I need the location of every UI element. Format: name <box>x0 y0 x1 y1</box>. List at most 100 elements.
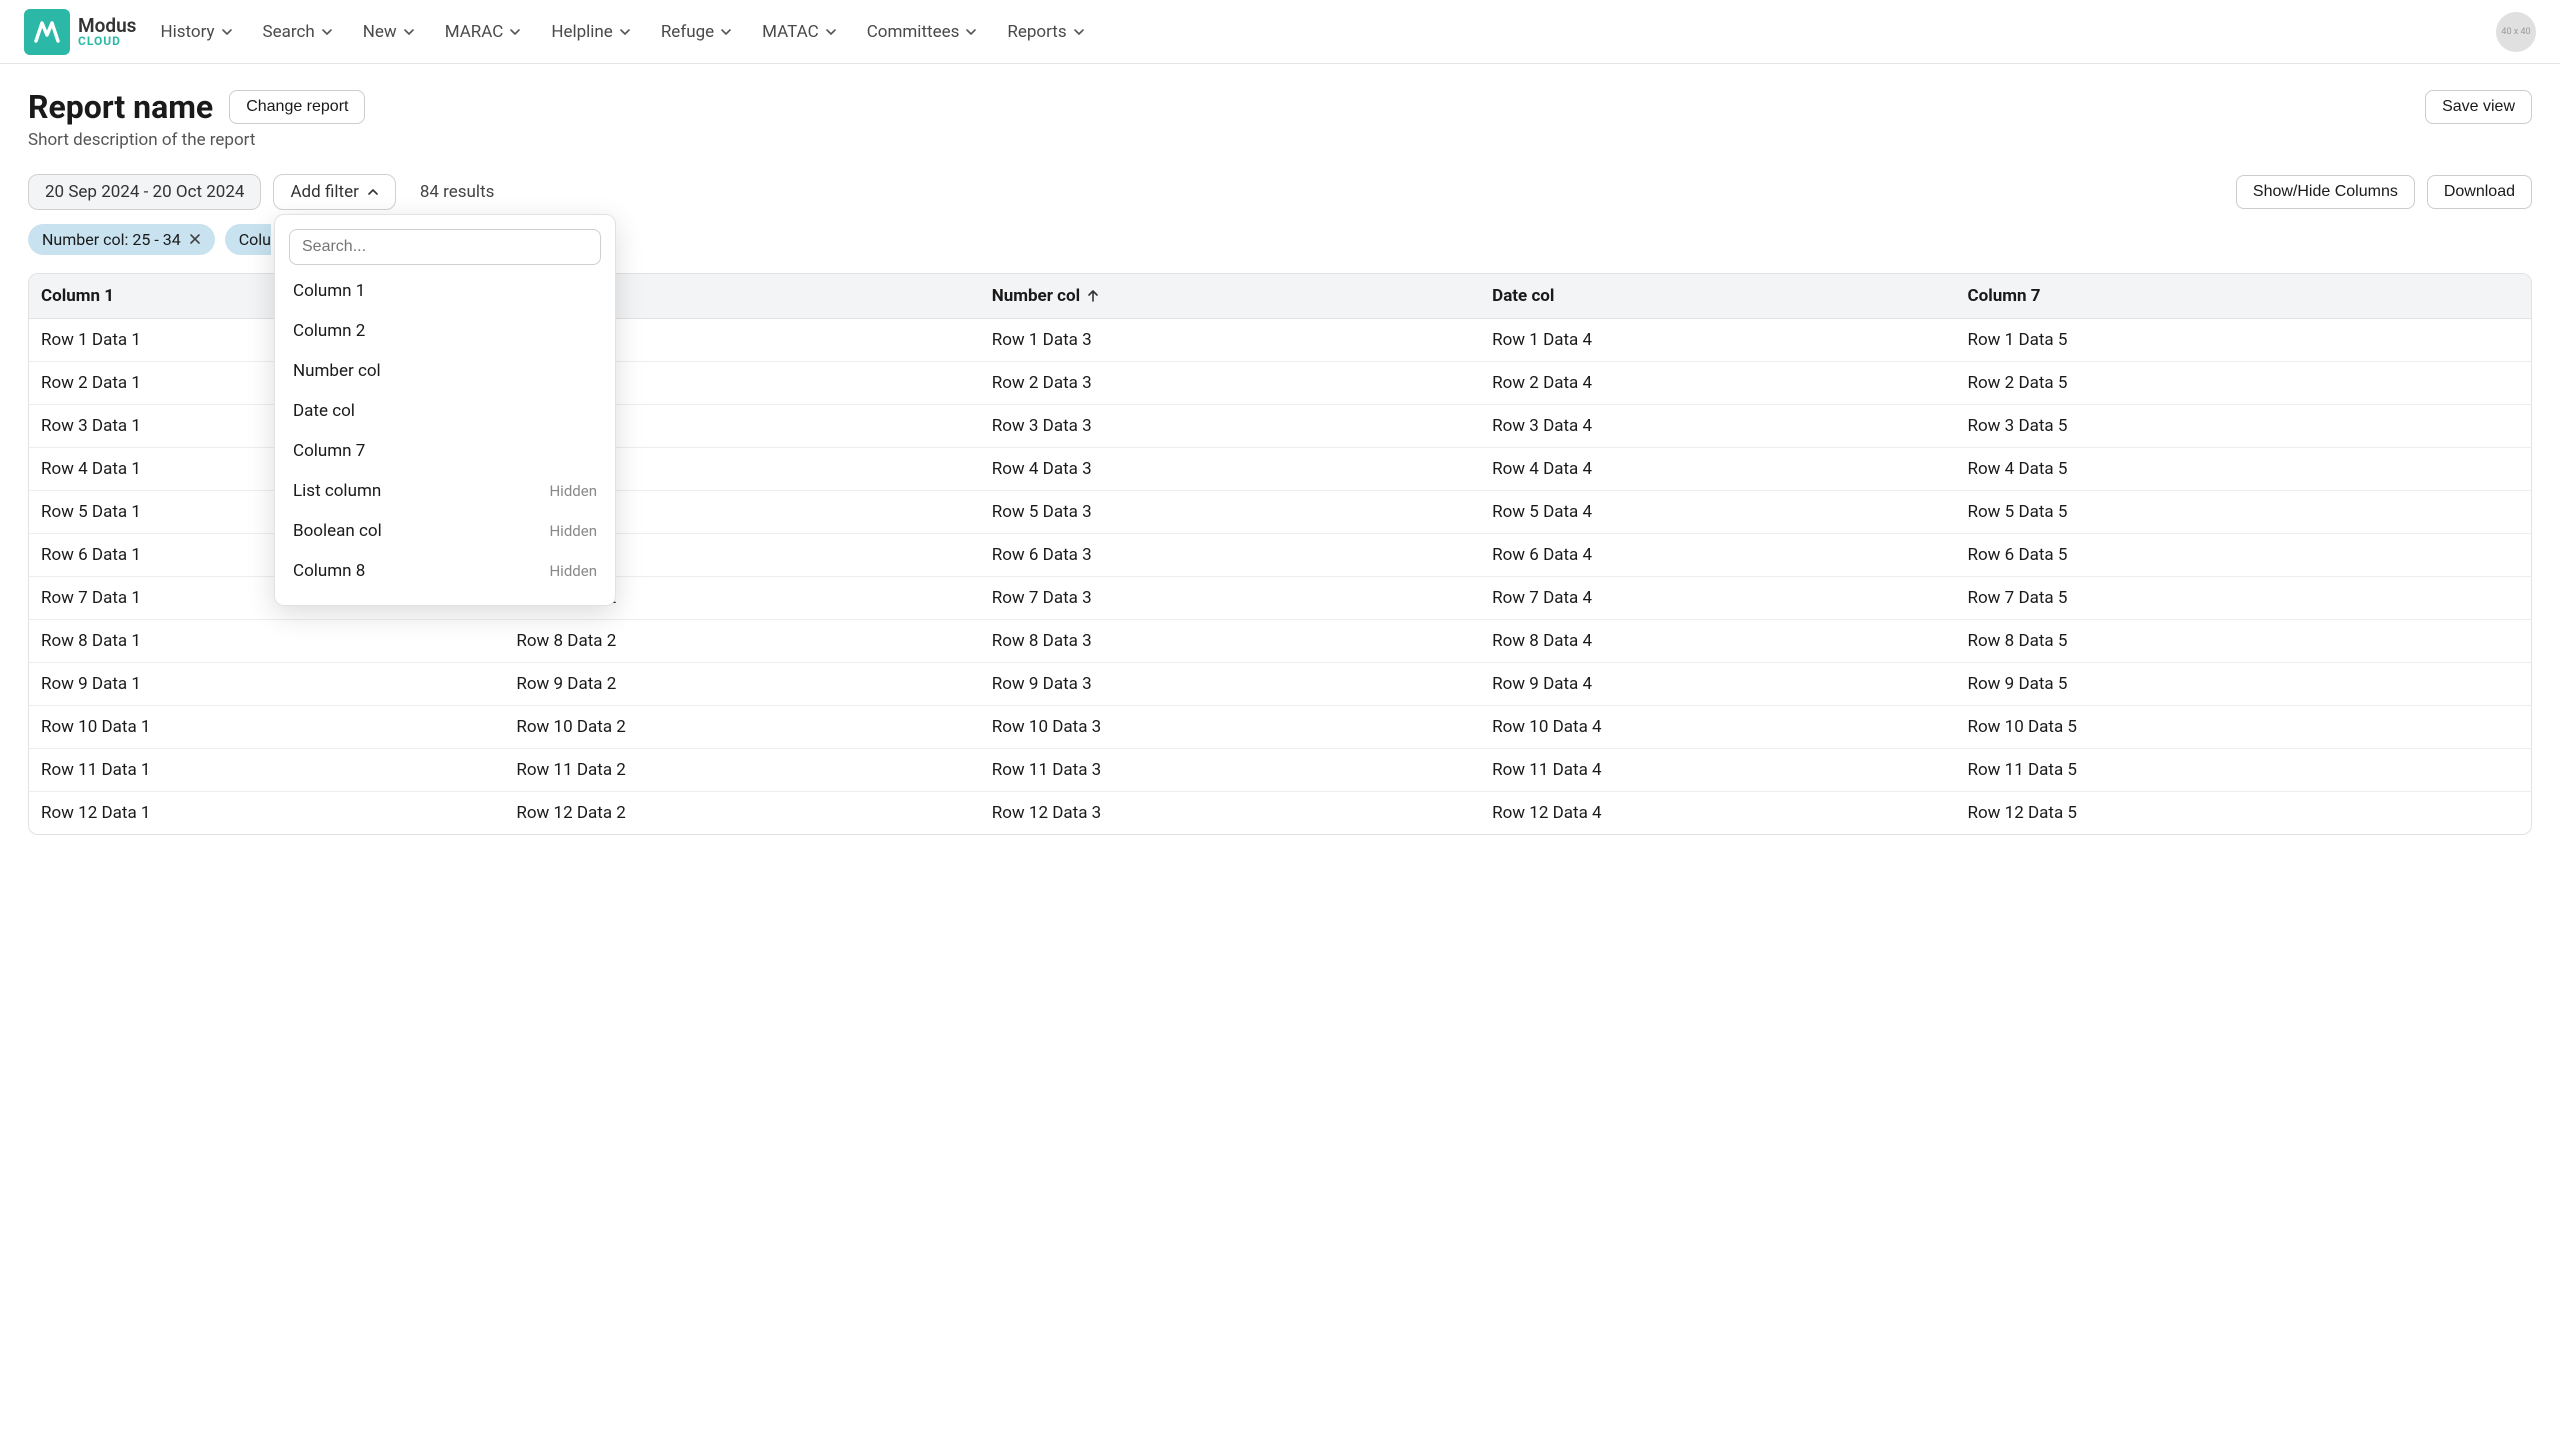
nav-item-label: MATAC <box>762 22 819 42</box>
table-cell: Row 11 Data 3 <box>980 749 1480 792</box>
popover-item[interactable]: Column 1 <box>275 271 615 311</box>
popover-search-wrap <box>289 229 601 265</box>
chevron-down-icon <box>221 26 233 38</box>
table-cell: Row 9 Data 2 <box>504 663 979 706</box>
table-cell: Row 1 Data 4 <box>1480 319 1955 362</box>
table-row[interactable]: Row 10 Data 1Row 10 Data 2Row 10 Data 3R… <box>29 706 2531 749</box>
table-cell: Row 8 Data 3 <box>980 620 1480 663</box>
save-view-button[interactable]: Save view <box>2425 90 2532 124</box>
logo-line1: Modus <box>78 16 136 35</box>
page-title: Report name <box>28 88 213 126</box>
nav-item-label: MARAC <box>445 22 504 42</box>
avatar-placeholder: 40 x 40 <box>2501 27 2530 37</box>
popover-item-label: Column 2 <box>293 321 365 341</box>
nav-item-search[interactable]: Search <box>263 22 333 42</box>
nav-item-refuge[interactable]: Refuge <box>661 22 732 42</box>
table-cell: Row 8 Data 1 <box>29 620 504 663</box>
nav-item-marac[interactable]: MARAC <box>445 22 522 42</box>
chevron-down-icon <box>509 26 521 38</box>
add-filter-button[interactable]: Add filter <box>273 174 395 210</box>
table-cell: Row 11 Data 1 <box>29 749 504 792</box>
table-cell: Row 5 Data 4 <box>1480 491 1955 534</box>
popover-item[interactable]: Column 2 <box>275 311 615 351</box>
filter-chip-number-col[interactable]: Number col: 25 - 34 <box>28 224 215 255</box>
table-cell: Row 8 Data 4 <box>1480 620 1955 663</box>
popover-item[interactable]: Number col <box>275 351 615 391</box>
add-filter-label: Add filter <box>290 182 358 202</box>
table-cell: Row 1 Data 5 <box>1956 319 2531 362</box>
table-row[interactable]: Row 8 Data 1Row 8 Data 2Row 8 Data 3Row … <box>29 620 2531 663</box>
table-cell: Row 8 Data 5 <box>1956 620 2531 663</box>
nav-item-matac[interactable]: MATAC <box>762 22 837 42</box>
filter-chip-partial[interactable]: Colu <box>225 224 271 255</box>
change-report-button[interactable]: Change report <box>229 90 365 124</box>
chevron-down-icon <box>619 26 631 38</box>
controls-left: 20 Sep 2024 - 20 Oct 2024 Add filter 84 … <box>28 174 494 210</box>
table-cell: Row 8 Data 2 <box>504 620 979 663</box>
date-range-pill[interactable]: 20 Sep 2024 - 20 Oct 2024 <box>28 174 261 210</box>
nav-item-new[interactable]: New <box>363 22 415 42</box>
popover-item[interactable]: Column 7 <box>275 431 615 471</box>
table-header-cell[interactable]: Date col <box>1480 274 1955 319</box>
nav-item-reports[interactable]: Reports <box>1007 22 1084 42</box>
nav-item-label: New <box>363 22 397 42</box>
show-hide-columns-button[interactable]: Show/Hide Columns <box>2236 175 2415 209</box>
nav-item-history[interactable]: History <box>160 22 232 42</box>
popover-item-label: List column <box>293 481 381 501</box>
popover-search-input[interactable] <box>289 229 601 265</box>
controls-row: 20 Sep 2024 - 20 Oct 2024 Add filter 84 … <box>28 174 2532 210</box>
page-body: Report name Change report Save view Shor… <box>0 64 2560 859</box>
logo-line2: CLOUD <box>78 35 136 47</box>
table-cell: Row 3 Data 5 <box>1956 405 2531 448</box>
table-cell: Row 4 Data 3 <box>980 448 1480 491</box>
title-left: Report name Change report <box>28 88 365 126</box>
chevron-down-icon <box>1073 26 1085 38</box>
popover-item-label: Column 8 <box>293 561 365 581</box>
controls-right: Show/Hide Columns Download <box>2236 175 2532 209</box>
popover-item[interactable]: List column Hidden <box>275 471 615 511</box>
table-cell: Row 10 Data 4 <box>1480 706 1955 749</box>
table-cell: Row 10 Data 5 <box>1956 706 2531 749</box>
table-cell: Row 12 Data 2 <box>504 792 979 835</box>
avatar[interactable]: 40 x 40 <box>2496 12 2536 52</box>
sort-arrow-up-icon <box>1086 289 1100 303</box>
nav-item-label: History <box>160 22 214 42</box>
download-button[interactable]: Download <box>2427 175 2532 209</box>
filter-chip-remove-icon[interactable] <box>189 230 201 249</box>
table-cell: Row 12 Data 1 <box>29 792 504 835</box>
logo[interactable]: Modus CLOUD <box>24 9 136 55</box>
table-cell: Row 3 Data 4 <box>1480 405 1955 448</box>
table-row[interactable]: Row 9 Data 1Row 9 Data 2Row 9 Data 3Row … <box>29 663 2531 706</box>
popover-item-label: Date col <box>293 401 355 421</box>
nav-item-committees[interactable]: Committees <box>867 22 978 42</box>
popover-item-hidden-badge: Hidden <box>549 482 597 500</box>
table-cell: Row 10 Data 2 <box>504 706 979 749</box>
table-cell: Row 6 Data 3 <box>980 534 1480 577</box>
table-cell: Row 7 Data 5 <box>1956 577 2531 620</box>
table-row[interactable]: Row 11 Data 1Row 11 Data 2Row 11 Data 3R… <box>29 749 2531 792</box>
page-subtitle: Short description of the report <box>28 130 2532 150</box>
table-cell: Row 1 Data 3 <box>980 319 1480 362</box>
table-header-cell[interactable]: Number col <box>980 274 1480 319</box>
popover-item[interactable]: Boolean colHidden <box>275 511 615 551</box>
nav-item-helpline[interactable]: Helpline <box>551 22 631 42</box>
table-cell: Row 6 Data 4 <box>1480 534 1955 577</box>
table-header-cell[interactable]: Column 7 <box>1956 274 2531 319</box>
table-cell: Row 9 Data 1 <box>29 663 504 706</box>
popover-item[interactable]: Date col <box>275 391 615 431</box>
results-count: 84 results <box>420 182 495 202</box>
filter-chip-label: Number col: 25 - 34 <box>42 230 181 249</box>
nav-item-label: Reports <box>1007 22 1066 42</box>
popover-item[interactable]: Column 8 Hidden <box>275 551 615 591</box>
popover-item-label: Column 7 <box>293 441 365 461</box>
table-cell: Row 12 Data 3 <box>980 792 1480 835</box>
table-cell: Row 7 Data 4 <box>1480 577 1955 620</box>
main-nav: History Search New MARAC Helpline Refuge MATAC… <box>160 22 1084 42</box>
header-left: Modus CLOUD History Search New MARAC Helplin… <box>24 9 1085 55</box>
popover-item-hidden-badge: Hidden <box>549 562 597 580</box>
nav-item-label: Refuge <box>661 22 714 42</box>
table-header-label: Number col <box>992 286 1080 306</box>
table-cell: Row 2 Data 3 <box>980 362 1480 405</box>
table-row[interactable]: Row 12 Data 1Row 12 Data 2Row 12 Data 3R… <box>29 792 2531 835</box>
chevron-up-icon <box>367 186 379 198</box>
